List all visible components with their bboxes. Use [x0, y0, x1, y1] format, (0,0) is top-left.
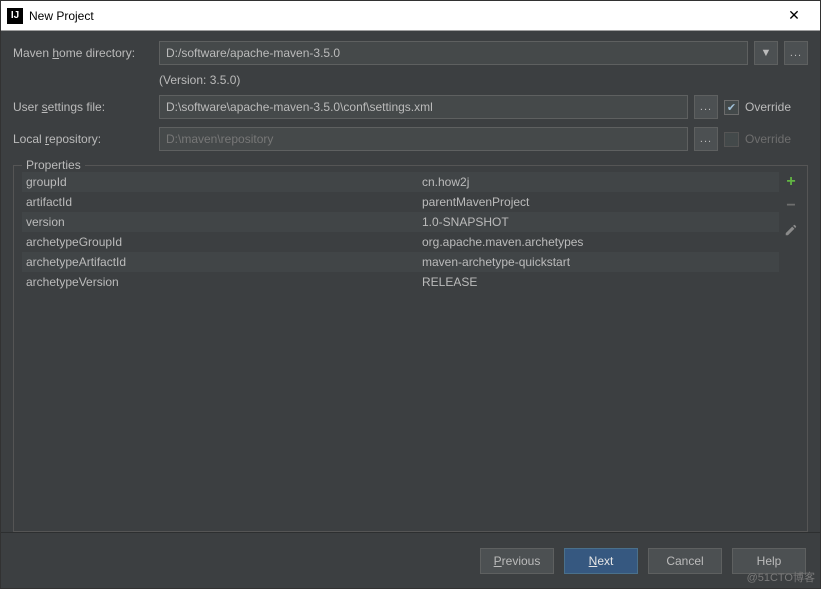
checkbox-icon: ✔	[724, 100, 739, 115]
table-row[interactable]: version1.0-SNAPSHOT	[22, 212, 779, 232]
user-settings-input[interactable]: D:\software\apache-maven-3.5.0\conf\sett…	[159, 95, 688, 119]
properties-panel: Properties groupIdcn.how2j artifactIdpar…	[13, 165, 808, 532]
maven-home-row: Maven home directory: D:/software/apache…	[13, 41, 808, 65]
watermark-text: @51CTO博客	[747, 569, 815, 585]
previous-button[interactable]: Previous	[480, 548, 554, 574]
checkbox-icon	[724, 132, 739, 147]
table-row[interactable]: artifactIdparentMavenProject	[22, 192, 779, 212]
table-row[interactable]: archetypeGroupIdorg.apache.maven.archety…	[22, 232, 779, 252]
cancel-button[interactable]: Cancel	[648, 548, 722, 574]
table-row[interactable]: archetypeVersionRELEASE	[22, 272, 779, 292]
user-settings-browse-button[interactable]: ...	[694, 95, 718, 119]
properties-actions: + −	[779, 172, 803, 527]
user-settings-row: User settings file: D:\software\apache-m…	[13, 95, 808, 119]
override-label: Override	[745, 132, 791, 146]
maven-home-label: Maven home directory:	[13, 46, 153, 60]
add-icon[interactable]: +	[783, 174, 799, 190]
local-repo-label: Local repository:	[13, 132, 153, 146]
remove-icon[interactable]: −	[783, 198, 799, 214]
maven-version-text: (Version: 3.5.0)	[13, 73, 808, 87]
local-repo-row: Local repository: D:\maven\repository ..…	[13, 127, 808, 151]
properties-legend: Properties	[22, 158, 85, 172]
properties-table[interactable]: groupIdcn.how2j artifactIdparentMavenPro…	[22, 172, 779, 527]
content-area: Maven home directory: D:/software/apache…	[1, 31, 820, 532]
app-icon: IJ	[7, 8, 23, 24]
maven-home-dropdown[interactable]: ▼	[754, 41, 778, 65]
close-icon[interactable]: ✕	[774, 2, 814, 30]
maven-home-browse-button[interactable]: ...	[784, 41, 808, 65]
local-repo-input[interactable]: D:\maven\repository	[159, 127, 688, 151]
user-settings-override-checkbox[interactable]: ✔ Override	[724, 100, 808, 115]
table-row[interactable]: archetypeArtifactIdmaven-archetype-quick…	[22, 252, 779, 272]
maven-home-input[interactable]: D:/software/apache-maven-3.5.0	[159, 41, 748, 65]
next-button[interactable]: Next	[564, 548, 638, 574]
titlebar: IJ New Project ✕	[1, 1, 820, 31]
local-repo-override-checkbox[interactable]: Override	[724, 132, 808, 147]
user-settings-label: User settings file:	[13, 100, 153, 114]
table-row[interactable]: groupIdcn.how2j	[22, 172, 779, 192]
local-repo-browse-button[interactable]: ...	[694, 127, 718, 151]
window-title: New Project	[29, 9, 774, 23]
footer: Previous Next Cancel Help	[1, 532, 820, 588]
edit-icon[interactable]	[783, 222, 799, 238]
override-label: Override	[745, 100, 791, 114]
